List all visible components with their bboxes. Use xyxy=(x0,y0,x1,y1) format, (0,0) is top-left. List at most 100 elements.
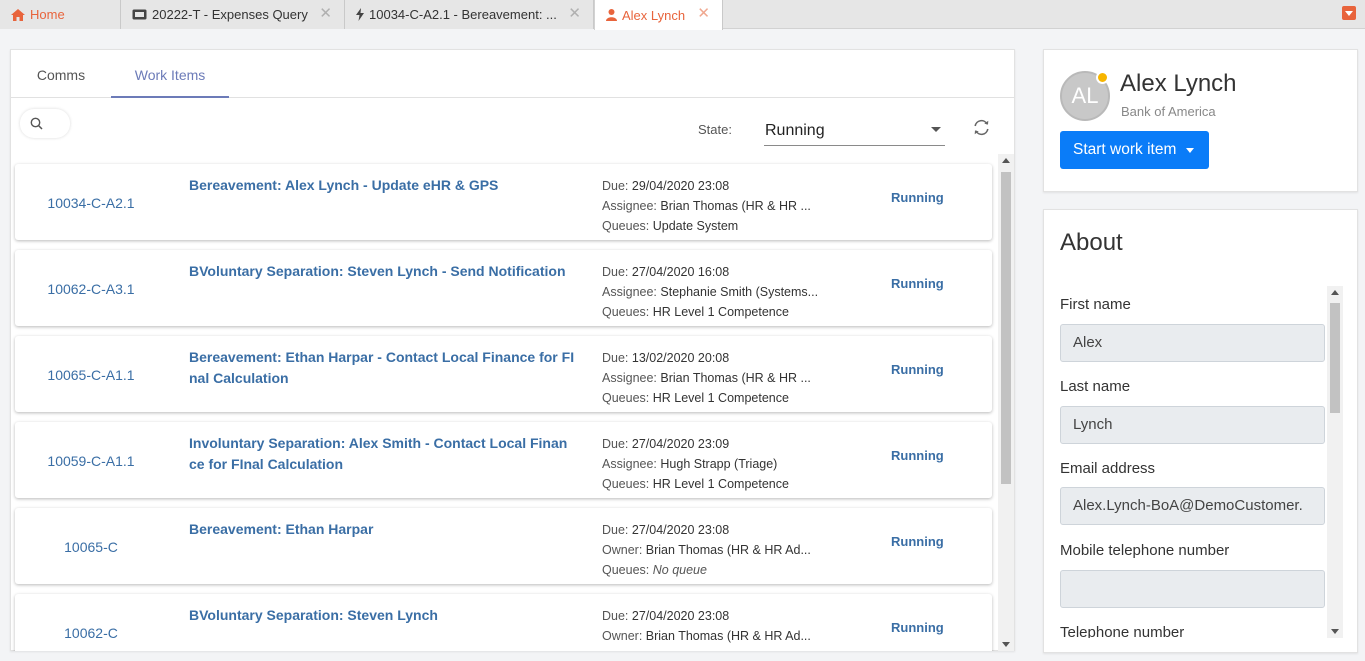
due-date: 27/04/2020 23:09 xyxy=(631,437,730,451)
work-item-card[interactable]: 10065-C Bereavement: Ethan Harpar Due: 2… xyxy=(15,508,992,584)
work-item-id[interactable]: 10034-C-A2.1 xyxy=(15,195,167,211)
ticket-icon xyxy=(132,9,147,20)
assignee: Brian Thomas (HR & HR ... xyxy=(660,371,811,385)
state-label: State: xyxy=(698,122,732,137)
tab-expenses-query[interactable]: 20222-T - Expenses Query ✕ xyxy=(121,0,345,29)
last-name-field[interactable]: Lynch xyxy=(1060,406,1325,444)
scrollbar-thumb[interactable] xyxy=(1001,172,1011,484)
scroll-down-icon[interactable] xyxy=(1002,642,1010,647)
work-item-meta: Due: 13/02/2020 20:08 Assignee: Brian Th… xyxy=(602,351,811,405)
work-items-panel: Comms Work Items State: Running 10034-C-… xyxy=(10,49,1015,651)
tab-label: Home xyxy=(30,7,65,22)
due-date: 27/04/2020 16:08 xyxy=(631,265,730,279)
scroll-down-icon[interactable] xyxy=(1331,629,1339,634)
owner: Brian Thomas (HR & HR Ad... xyxy=(645,629,811,643)
lightning-icon xyxy=(356,8,364,21)
queues: HR Level 1 Competence xyxy=(652,477,789,491)
work-item-title[interactable]: Bereavement: Ethan Harpar xyxy=(189,519,584,540)
work-item-id[interactable]: 10062-C-A3.1 xyxy=(15,281,167,297)
tab-label: 20222-T - Expenses Query xyxy=(152,7,308,22)
work-item-card[interactable]: 10059-C-A1.1 Involuntary Separation: Ale… xyxy=(15,422,992,498)
tab-comms[interactable]: Comms xyxy=(11,50,111,98)
home-icon xyxy=(11,8,25,21)
status-label: Running xyxy=(891,190,944,205)
status-label: Running xyxy=(891,448,944,463)
close-icon[interactable]: ✕ xyxy=(319,6,332,21)
due-date: 13/02/2020 20:08 xyxy=(631,351,730,365)
work-item-title[interactable]: Bereavement: Alex Lynch - Update eHR & G… xyxy=(189,175,584,196)
telephone-label: Telephone number xyxy=(1060,624,1185,638)
due-date: 29/04/2020 23:08 xyxy=(631,179,730,193)
status-label: Running xyxy=(891,534,944,549)
subtab-bar: Comms Work Items xyxy=(11,50,1014,98)
work-item-card[interactable]: 10034-C-A2.1 Bereavement: Alex Lynch - U… xyxy=(15,164,992,240)
scroll-up-icon[interactable] xyxy=(1331,290,1339,295)
mobile-phone-field[interactable] xyxy=(1060,570,1325,608)
tab-home[interactable]: Home xyxy=(0,0,121,29)
tab-bereavement[interactable]: 10034-C-A2.1 - Bereavement: ... ✕ xyxy=(345,0,594,29)
about-scrollbar[interactable] xyxy=(1327,286,1343,638)
queues: Update System xyxy=(652,219,739,233)
mobile-phone-label: Mobile telephone number xyxy=(1060,542,1230,559)
email-label: Email address xyxy=(1060,460,1156,477)
work-item-card[interactable]: 10062-C-A3.1 BVoluntary Separation: Stev… xyxy=(15,250,992,326)
work-item-meta: Due: 27/04/2020 23:09 Assignee: Hugh Str… xyxy=(602,437,789,491)
scroll-up-icon[interactable] xyxy=(1002,158,1010,163)
about-fields: First name Alex Last name Lynch Email ad… xyxy=(1044,286,1328,638)
work-item-title[interactable]: BVoluntary Separation: Steven Lynch - Se… xyxy=(189,261,584,282)
caret-down-icon xyxy=(1186,148,1194,153)
list-scrollbar[interactable] xyxy=(998,154,1014,651)
profile-organization: Bank of America xyxy=(1121,104,1216,119)
tab-strip: Home 20222-T - Expenses Query ✕ 10034-C-… xyxy=(0,0,1365,30)
owner: Brian Thomas (HR & HR Ad... xyxy=(645,543,811,557)
search-input[interactable] xyxy=(20,109,70,138)
work-item-id[interactable]: 10065-C xyxy=(15,539,167,555)
work-item-meta: Due: 27/04/2020 23:08 Owner: Brian Thoma… xyxy=(602,609,811,643)
close-icon[interactable]: ✕ xyxy=(568,6,581,21)
tab-overflow-menu-icon[interactable] xyxy=(1342,6,1356,20)
work-item-title[interactable]: Bereavement: Ethan Harpar - Contact Loca… xyxy=(189,347,584,389)
queues: No queue xyxy=(652,563,707,577)
work-item-id[interactable]: 10059-C-A1.1 xyxy=(15,453,167,469)
tab-alex-lynch[interactable]: Alex Lynch ✕ xyxy=(594,0,723,30)
due-date: 27/04/2020 23:08 xyxy=(631,523,730,537)
work-item-list: 10034-C-A2.1 Bereavement: Alex Lynch - U… xyxy=(11,154,997,651)
refresh-icon[interactable] xyxy=(972,118,991,142)
work-item-meta: Due: 29/04/2020 23:08 Assignee: Brian Th… xyxy=(602,179,811,233)
work-item-title[interactable]: Involuntary Separation: Alex Smith - Con… xyxy=(189,433,584,475)
work-item-meta: Due: 27/04/2020 16:08 Assignee: Stephani… xyxy=(602,265,819,319)
queues: HR Level 1 Competence xyxy=(652,305,789,319)
first-name-label: First name xyxy=(1060,296,1131,313)
status-label: Running xyxy=(891,276,944,291)
scrollbar-thumb[interactable] xyxy=(1330,303,1340,413)
assignee: Stephanie Smith (Systems... xyxy=(660,285,819,299)
state-select[interactable]: Running xyxy=(764,114,945,146)
status-label: Running xyxy=(891,362,944,377)
work-item-meta: Due: 27/04/2020 23:08 Owner: Brian Thoma… xyxy=(602,523,811,577)
last-name-label: Last name xyxy=(1060,378,1131,395)
tab-label: 10034-C-A2.1 - Bereavement: ... xyxy=(369,7,557,22)
close-icon[interactable]: ✕ xyxy=(697,6,710,21)
search-icon xyxy=(30,117,43,135)
start-work-item-button[interactable]: Start work item xyxy=(1060,131,1209,169)
work-item-card[interactable]: 10065-C-A1.1 Bereavement: Ethan Harpar -… xyxy=(15,336,992,412)
queues: HR Level 1 Competence xyxy=(652,391,789,405)
tab-work-items[interactable]: Work Items xyxy=(111,50,229,98)
about-title: About xyxy=(1060,229,1123,256)
email-field[interactable]: Alex.Lynch-BoA@DemoCustomer. xyxy=(1060,487,1325,525)
work-item-id[interactable]: 10065-C-A1.1 xyxy=(15,367,167,383)
assignee: Hugh Strapp (Triage) xyxy=(660,457,778,471)
assignee: Brian Thomas (HR & HR ... xyxy=(660,199,811,213)
due-date: 27/04/2020 23:08 xyxy=(631,609,730,623)
profile-name: Alex Lynch xyxy=(1120,70,1237,97)
presence-status-icon xyxy=(1096,71,1109,84)
work-item-id[interactable]: 10062-C xyxy=(15,625,167,641)
caret-down-icon xyxy=(931,127,941,132)
state-select-value: Running xyxy=(765,122,825,139)
work-item-title[interactable]: BVoluntary Separation: Steven Lynch xyxy=(189,605,584,626)
about-card: About First name Alex Last name Lynch Em… xyxy=(1043,209,1358,653)
start-work-item-label: Start work item xyxy=(1073,141,1177,158)
first-name-field[interactable]: Alex xyxy=(1060,324,1325,362)
work-item-card[interactable]: 10062-C BVoluntary Separation: Steven Ly… xyxy=(15,594,992,651)
status-label: Running xyxy=(891,620,944,635)
